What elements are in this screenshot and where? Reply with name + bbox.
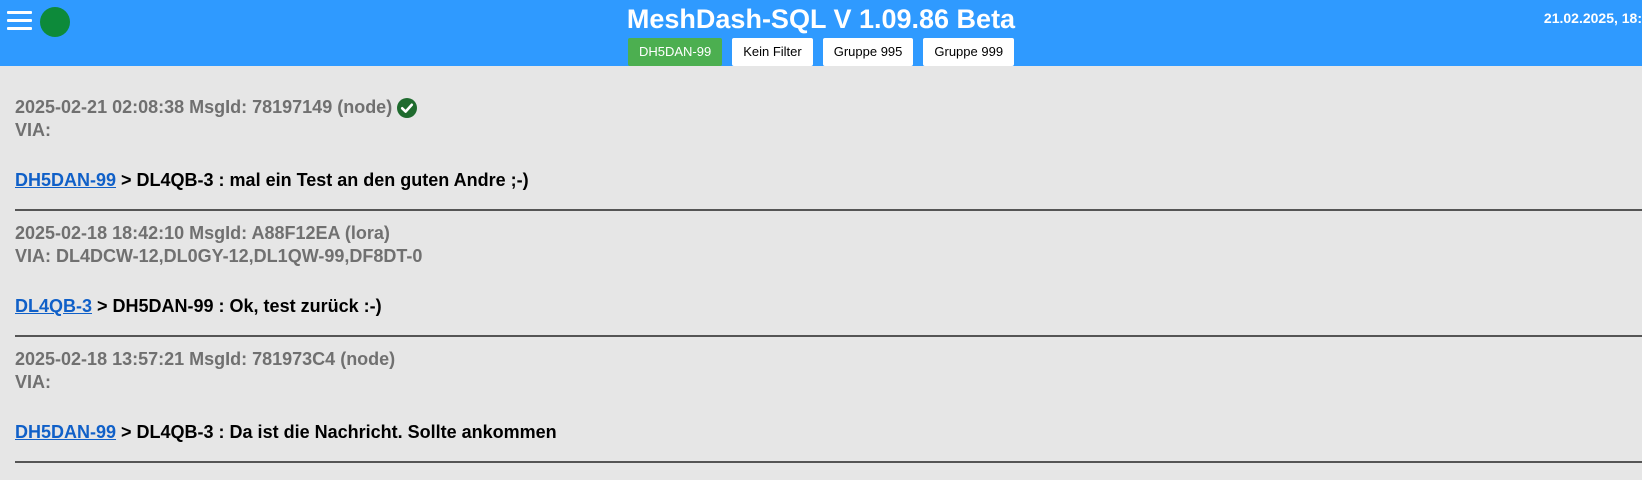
app-title: MeshDash-SQL V 1.09.86 Beta xyxy=(626,4,1016,34)
message-text: > DH5DAN-99 : Ok, test zurück :-) xyxy=(92,296,382,316)
app-header: MeshDash-SQL V 1.09.86 Beta 21.02.2025, … xyxy=(0,0,1642,66)
message-body: DL4QB-3 > DH5DAN-99 : Ok, test zurück :-… xyxy=(15,295,382,318)
filter-button-gruppe-995[interactable]: Gruppe 995 xyxy=(822,38,914,66)
message-item: 2025-02-21 02:08:38 MsgId: 78197149 (nod… xyxy=(15,66,1642,211)
filter-bar: DH5DAN-99 Kein Filter Gruppe 995 Gruppe … xyxy=(0,38,1642,66)
filter-button-gruppe-999[interactable]: Gruppe 999 xyxy=(923,38,1015,66)
message-item: 2025-02-18 13:57:21 MsgId: 781973C4 (nod… xyxy=(15,337,1642,463)
message-meta: 2025-02-21 02:08:38 MsgId: 78197149 (nod… xyxy=(15,96,418,142)
message-meta: 2025-02-18 18:42:10 MsgId: A88F12EA (lor… xyxy=(15,222,422,268)
message-list: 2025-02-21 02:08:38 MsgId: 78197149 (nod… xyxy=(15,66,1642,463)
filter-button-dh5dan-99[interactable]: DH5DAN-99 xyxy=(627,38,723,66)
sender-callsign-link[interactable]: DH5DAN-99 xyxy=(15,422,116,442)
message-via: VIA: xyxy=(15,120,51,140)
message-meta: 2025-02-18 13:57:21 MsgId: 781973C4 (nod… xyxy=(15,348,395,394)
check-circle-icon xyxy=(397,97,418,118)
message-body: DH5DAN-99 > DL4QB-3 : mal ein Test an de… xyxy=(15,169,529,192)
message-via: VIA: DL4DCW-12,DL0GY-12,DL1QW-99,DF8DT-0 xyxy=(15,246,423,266)
message-text: > DL4QB-3 : Da ist die Nachricht. Sollte… xyxy=(116,422,557,442)
filter-button-kein-filter[interactable]: Kein Filter xyxy=(732,38,813,66)
sender-callsign-link[interactable]: DL4QB-3 xyxy=(15,296,92,316)
message-item: 2025-02-18 18:42:10 MsgId: A88F12EA (lor… xyxy=(15,211,1642,337)
sender-callsign-link[interactable]: DH5DAN-99 xyxy=(15,170,116,190)
message-header: 2025-02-18 13:57:21 MsgId: 781973C4 (nod… xyxy=(15,349,396,369)
header-datetime: 21.02.2025, 18: xyxy=(1543,10,1642,26)
message-body: DH5DAN-99 > DL4QB-3 : Da ist die Nachric… xyxy=(15,421,557,444)
message-text: > DL4QB-3 : mal ein Test an den guten An… xyxy=(116,170,529,190)
message-header: 2025-02-21 02:08:38 MsgId: 78197149 (nod… xyxy=(15,97,393,117)
message-via: VIA: xyxy=(15,372,51,392)
message-header: 2025-02-18 18:42:10 MsgId: A88F12EA (lor… xyxy=(15,223,390,243)
